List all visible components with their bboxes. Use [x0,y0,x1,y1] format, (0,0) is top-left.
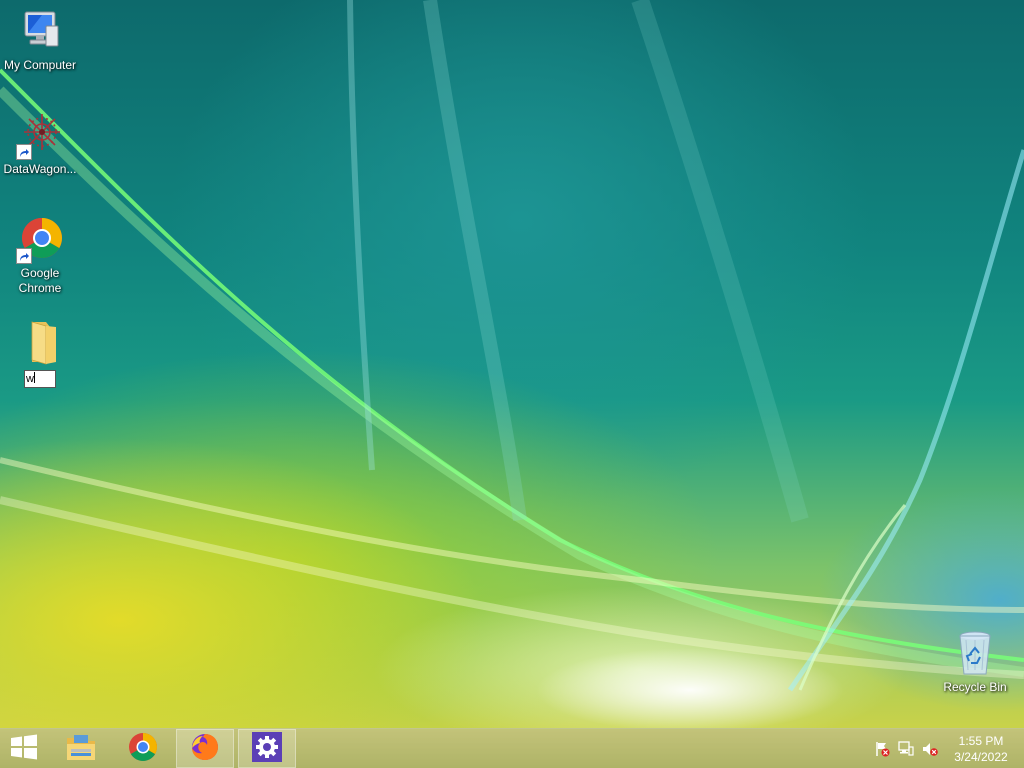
firefox-icon [190,732,220,766]
desktop-icon-new-folder[interactable]: w [0,318,80,388]
my-computer-icon [16,8,64,56]
desktop-icon-label: Recycle Bin [943,680,1007,694]
folder-icon [16,318,64,366]
text-caret [33,372,35,383]
taskbar-clock[interactable]: 1:55 PM 3/24/2022 [946,733,1016,765]
taskbar: 1:55 PM 3/24/2022 [0,728,1024,768]
desktop-icon-datawagon[interactable]: DataWagon... [0,112,80,177]
clock-date: 3/24/2022 [954,750,1008,764]
desktop-background[interactable]: My Computer DataWagon... Google Chrome w… [0,0,1024,728]
shortcut-arrow-icon [16,144,32,160]
desktop-icon-my-computer[interactable]: My Computer [0,8,80,73]
shortcut-arrow-icon [16,248,32,264]
wallpaper-streaks [0,0,1024,692]
desktop-icon-label: Google Chrome [18,266,62,295]
rename-text: w [26,373,34,385]
taskbar-firefox[interactable] [176,729,234,768]
desktop-icon-label: DataWagon... [3,162,77,176]
desktop-icon-label: My Computer [3,58,77,72]
datawagon-icon [16,112,64,160]
action-center-flag-icon[interactable] [874,741,890,757]
clock-time: 1:55 PM [958,734,1004,748]
file-explorer-icon [65,732,97,766]
chrome-icon [128,732,158,766]
taskbar-chrome[interactable] [114,729,172,768]
chrome-icon [16,216,64,264]
taskbar-file-explorer[interactable] [52,729,110,768]
desktop-icon-recycle-bin[interactable]: Recycle Bin [935,630,1015,695]
windows-start-icon [10,734,38,764]
network-icon[interactable] [898,741,914,757]
taskbar-settings[interactable] [238,729,296,768]
volume-muted-icon[interactable] [922,741,938,757]
desktop-icon-google-chrome[interactable]: Google Chrome [0,216,80,296]
start-button[interactable] [0,729,48,768]
recycle-bin-icon [951,630,999,678]
settings-gear-icon [251,731,283,767]
folder-rename-input[interactable]: w [24,370,56,388]
